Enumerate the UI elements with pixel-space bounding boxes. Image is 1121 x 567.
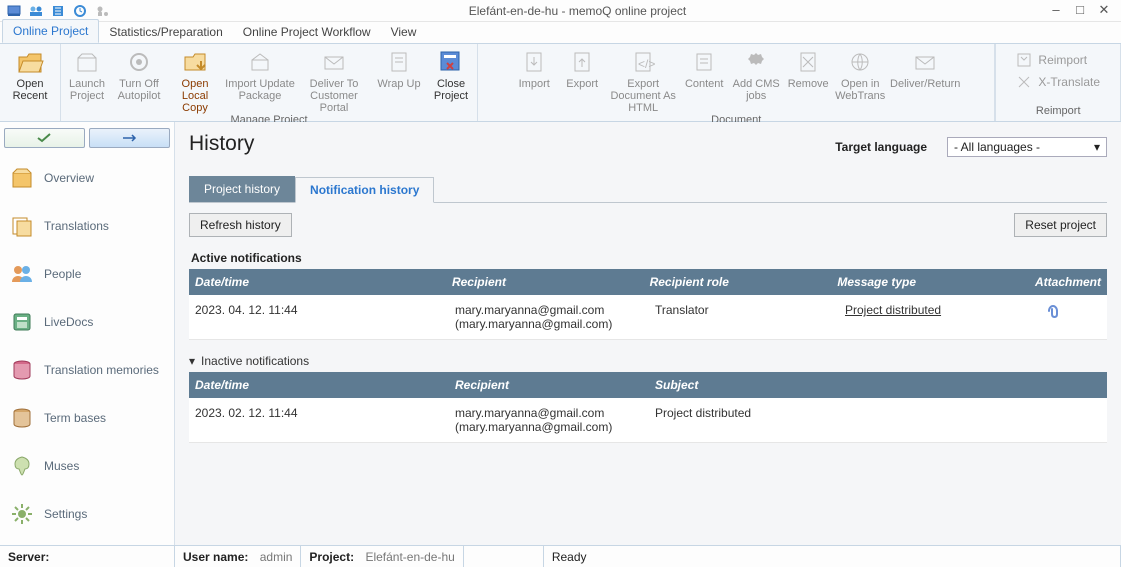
sidebar-item-settings[interactable]: Settings bbox=[0, 490, 174, 538]
close-window-button[interactable]: ✕ bbox=[1097, 4, 1111, 18]
qat-icon-3[interactable] bbox=[50, 3, 66, 19]
import-update-package-button[interactable]: Import Update Package bbox=[225, 46, 295, 102]
status-project-value: Elefánt-en-de-hu bbox=[365, 550, 454, 564]
ribbon-tab-workflow[interactable]: Online Project Workflow bbox=[233, 21, 381, 43]
import-button[interactable]: Import bbox=[512, 46, 556, 90]
wrap-up-button[interactable]: Wrap Up bbox=[373, 46, 425, 90]
sidebar-action-apply[interactable] bbox=[4, 128, 85, 148]
refresh-history-button[interactable]: Refresh history bbox=[189, 213, 292, 237]
export-doc-html-button[interactable]: </>Export Document As HTML bbox=[608, 46, 678, 114]
remove-button[interactable]: Remove bbox=[786, 46, 830, 90]
qat-icon-1[interactable] bbox=[6, 3, 22, 19]
target-language-select[interactable]: - All languages - ▾ bbox=[947, 137, 1107, 157]
reimport-button[interactable]: Reimport bbox=[1010, 50, 1106, 70]
tm-icon bbox=[8, 356, 36, 384]
sidebar-item-livedocs[interactable]: LiveDocs bbox=[0, 298, 174, 346]
qat-icon-5[interactable] bbox=[94, 3, 110, 19]
sidebar-item-muses[interactable]: Muses bbox=[0, 442, 174, 490]
inactive-grid-header: Date/time Recipient Subject bbox=[189, 372, 1107, 398]
sidebar-item-tm[interactable]: Translation memories bbox=[0, 346, 174, 394]
sidebar-item-translations[interactable]: Translations bbox=[0, 202, 174, 250]
window-title: Elefánt-en-de-hu - memoQ online project bbox=[116, 4, 1039, 18]
close-project-button[interactable]: Close Project bbox=[429, 46, 473, 102]
tab-notification-history[interactable]: Notification history bbox=[295, 177, 434, 203]
add-cms-jobs-button[interactable]: Add CMS jobs bbox=[730, 46, 782, 102]
deliver-return-button[interactable]: Deliver/Return bbox=[890, 46, 960, 90]
inactive-notifications-toggle[interactable]: ▾ Inactive notifications bbox=[189, 354, 1107, 368]
status-user-value: admin bbox=[260, 550, 293, 564]
open-in-webtrans-button[interactable]: Open in WebTrans bbox=[834, 46, 886, 102]
sidebar-item-termbases[interactable]: Term bases bbox=[0, 394, 174, 442]
active-notifications-title: Active notifications bbox=[191, 251, 1107, 265]
settings-icon bbox=[8, 500, 36, 528]
target-lang-label: Target language bbox=[835, 140, 927, 154]
people-icon bbox=[8, 260, 36, 288]
reset-project-button[interactable]: Reset project bbox=[1014, 213, 1107, 237]
page-title: History bbox=[189, 132, 254, 156]
status-server-label: Server: bbox=[8, 550, 49, 564]
muses-icon bbox=[8, 452, 36, 480]
svg-text:</>: </> bbox=[638, 57, 655, 71]
open-recent-icon bbox=[16, 48, 44, 76]
deliver-to-customer-button[interactable]: Deliver To Customer Portal bbox=[299, 46, 369, 114]
inactive-grid-row[interactable]: 2023. 02. 12. 11:44 mary.maryanna@gmail.… bbox=[189, 398, 1107, 443]
sidebar-item-overview[interactable]: Overview bbox=[0, 154, 174, 202]
x-translate-button[interactable]: X-Translate bbox=[1010, 72, 1106, 92]
launch-project-button[interactable]: Launch Project bbox=[65, 46, 109, 102]
livedocs-icon bbox=[8, 308, 36, 336]
sidebar-action-sync[interactable] bbox=[89, 128, 170, 148]
tab-project-history[interactable]: Project history bbox=[189, 176, 295, 202]
overview-icon bbox=[8, 164, 36, 192]
translations-icon bbox=[8, 212, 36, 240]
export-button[interactable]: Export bbox=[560, 46, 604, 90]
ribbon-tab-view[interactable]: View bbox=[381, 21, 427, 43]
turn-off-autopilot-button[interactable]: Turn Off Autopilot bbox=[113, 46, 165, 102]
active-grid-row[interactable]: 2023. 04. 12. 11:44 mary.maryanna@gmail.… bbox=[189, 295, 1107, 340]
qat-icon-2[interactable] bbox=[28, 3, 44, 19]
qat-icon-4[interactable] bbox=[72, 3, 88, 19]
termbases-icon bbox=[8, 404, 36, 432]
group-label-reimport: Reimport bbox=[1036, 105, 1081, 119]
ribbon-tab-online-project[interactable]: Online Project bbox=[2, 19, 99, 43]
active-grid-header: Date/time Recipient Recipient role Messa… bbox=[189, 269, 1107, 295]
open-local-copy-button[interactable]: Open Local Copy bbox=[169, 46, 221, 114]
collapse-icon: ▾ bbox=[189, 354, 195, 368]
status-project-label: Project: bbox=[309, 550, 354, 564]
minimize-button[interactable]: – bbox=[1049, 4, 1063, 18]
open-recent-button[interactable]: Open Recent bbox=[4, 46, 56, 102]
chevron-down-icon: ▾ bbox=[1094, 140, 1100, 154]
status-ready: Ready bbox=[552, 550, 587, 564]
attachment-icon[interactable] bbox=[1045, 303, 1101, 319]
status-user-label: User name: bbox=[183, 550, 248, 564]
ribbon-tab-statistics[interactable]: Statistics/Preparation bbox=[99, 21, 232, 43]
message-type-link[interactable]: Project distributed bbox=[845, 303, 941, 317]
maximize-button[interactable]: □ bbox=[1073, 4, 1087, 18]
sidebar-item-people[interactable]: People bbox=[0, 250, 174, 298]
content-button[interactable]: Content bbox=[682, 46, 726, 90]
